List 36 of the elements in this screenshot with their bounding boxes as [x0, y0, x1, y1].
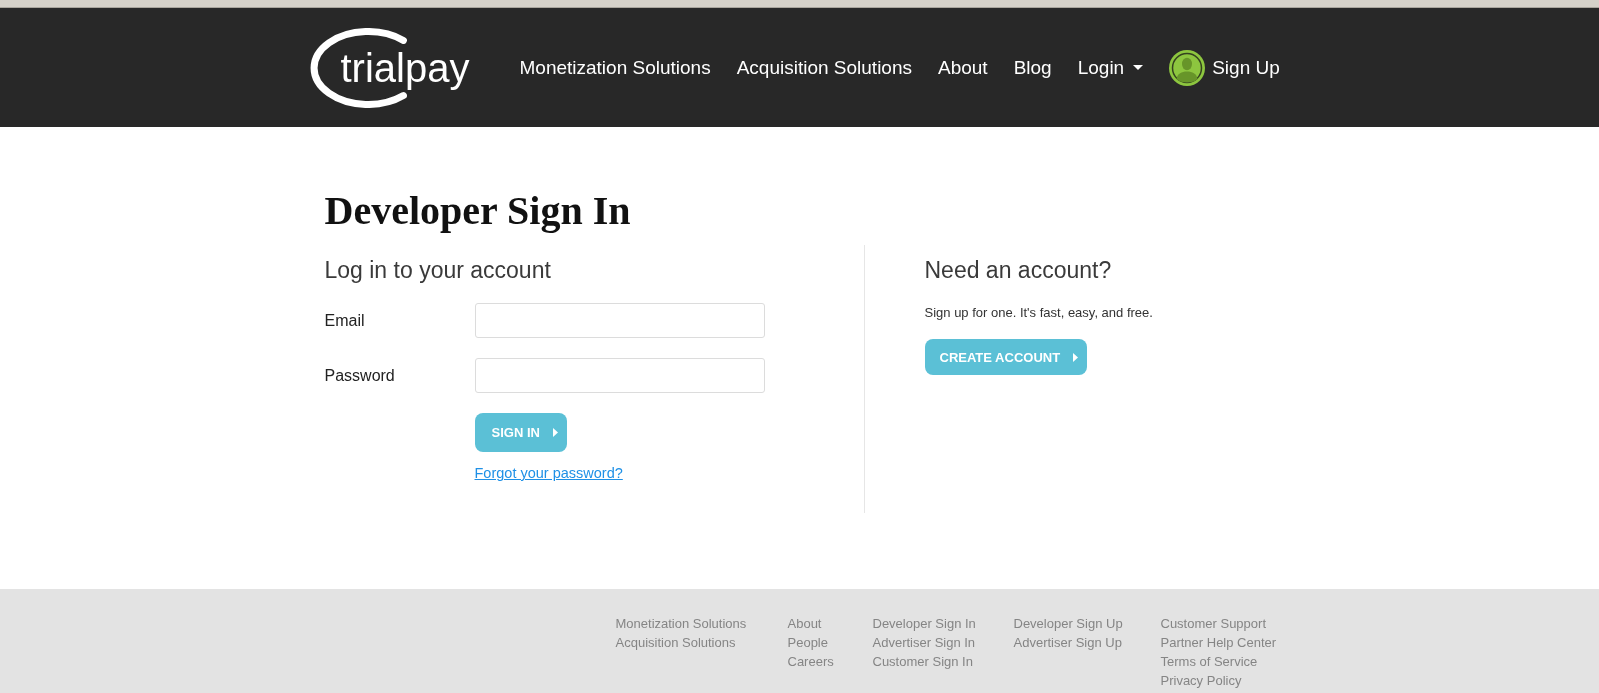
footer-link[interactable]: Customer Sign In [872, 652, 973, 671]
section-heading: Log in to your account [324, 256, 551, 284]
footer-link[interactable]: Developer Sign Up [1013, 614, 1123, 633]
create-account-button[interactable]: CREATE ACCOUNT [924, 339, 1088, 375]
nav-link[interactable]: Login [1077, 49, 1144, 86]
footer-link[interactable]: About [787, 614, 822, 633]
footer-link[interactable]: People [787, 633, 828, 652]
sign-in-button[interactable]: SIGN IN [474, 413, 567, 452]
nav-link[interactable]: Acquisition Solutions [736, 49, 912, 86]
section-heading: Need an account? [924, 256, 1112, 284]
caret-icon [552, 428, 558, 437]
caret-icon [1133, 65, 1144, 70]
nav-link[interactable]: About [938, 49, 988, 86]
footer-link[interactable]: Privacy Policy [1160, 671, 1242, 690]
caret-icon [1073, 352, 1079, 362]
nav-link[interactable]: Monetization Solutions [519, 49, 711, 86]
input-field[interactable] [474, 303, 765, 338]
field-label: Email [324, 311, 365, 330]
signup-text: Sign up for one. It's fast, easy, and free. [924, 305, 1153, 321]
person-icon [1169, 49, 1206, 86]
page-title: Developer Sign In [324, 187, 631, 235]
footer-link[interactable]: Monetization Solutions [615, 614, 747, 633]
footer-link[interactable]: Customer Support [1160, 614, 1266, 633]
footer-link[interactable]: Acquisition Solutions [615, 633, 736, 652]
logo[interactable]: trialpay [309, 27, 472, 108]
nav-link[interactable]: Sign Up [1169, 49, 1280, 86]
footer-link[interactable]: Advertiser Sign In [872, 633, 976, 652]
footer-link[interactable]: Developer Sign In [872, 614, 976, 633]
footer-link[interactable]: Terms of Service [1160, 652, 1258, 671]
field-label: Password [324, 366, 395, 385]
input-field[interactable] [474, 358, 765, 393]
footer-link[interactable]: Advertiser Sign Up [1013, 633, 1122, 652]
footer-link[interactable]: Careers [787, 652, 834, 671]
forgot-password-link[interactable]: Forgot your password? [474, 465, 623, 482]
nav-link[interactable]: Blog [1013, 49, 1052, 86]
footer-link[interactable]: Partner Help Center [1160, 633, 1277, 652]
